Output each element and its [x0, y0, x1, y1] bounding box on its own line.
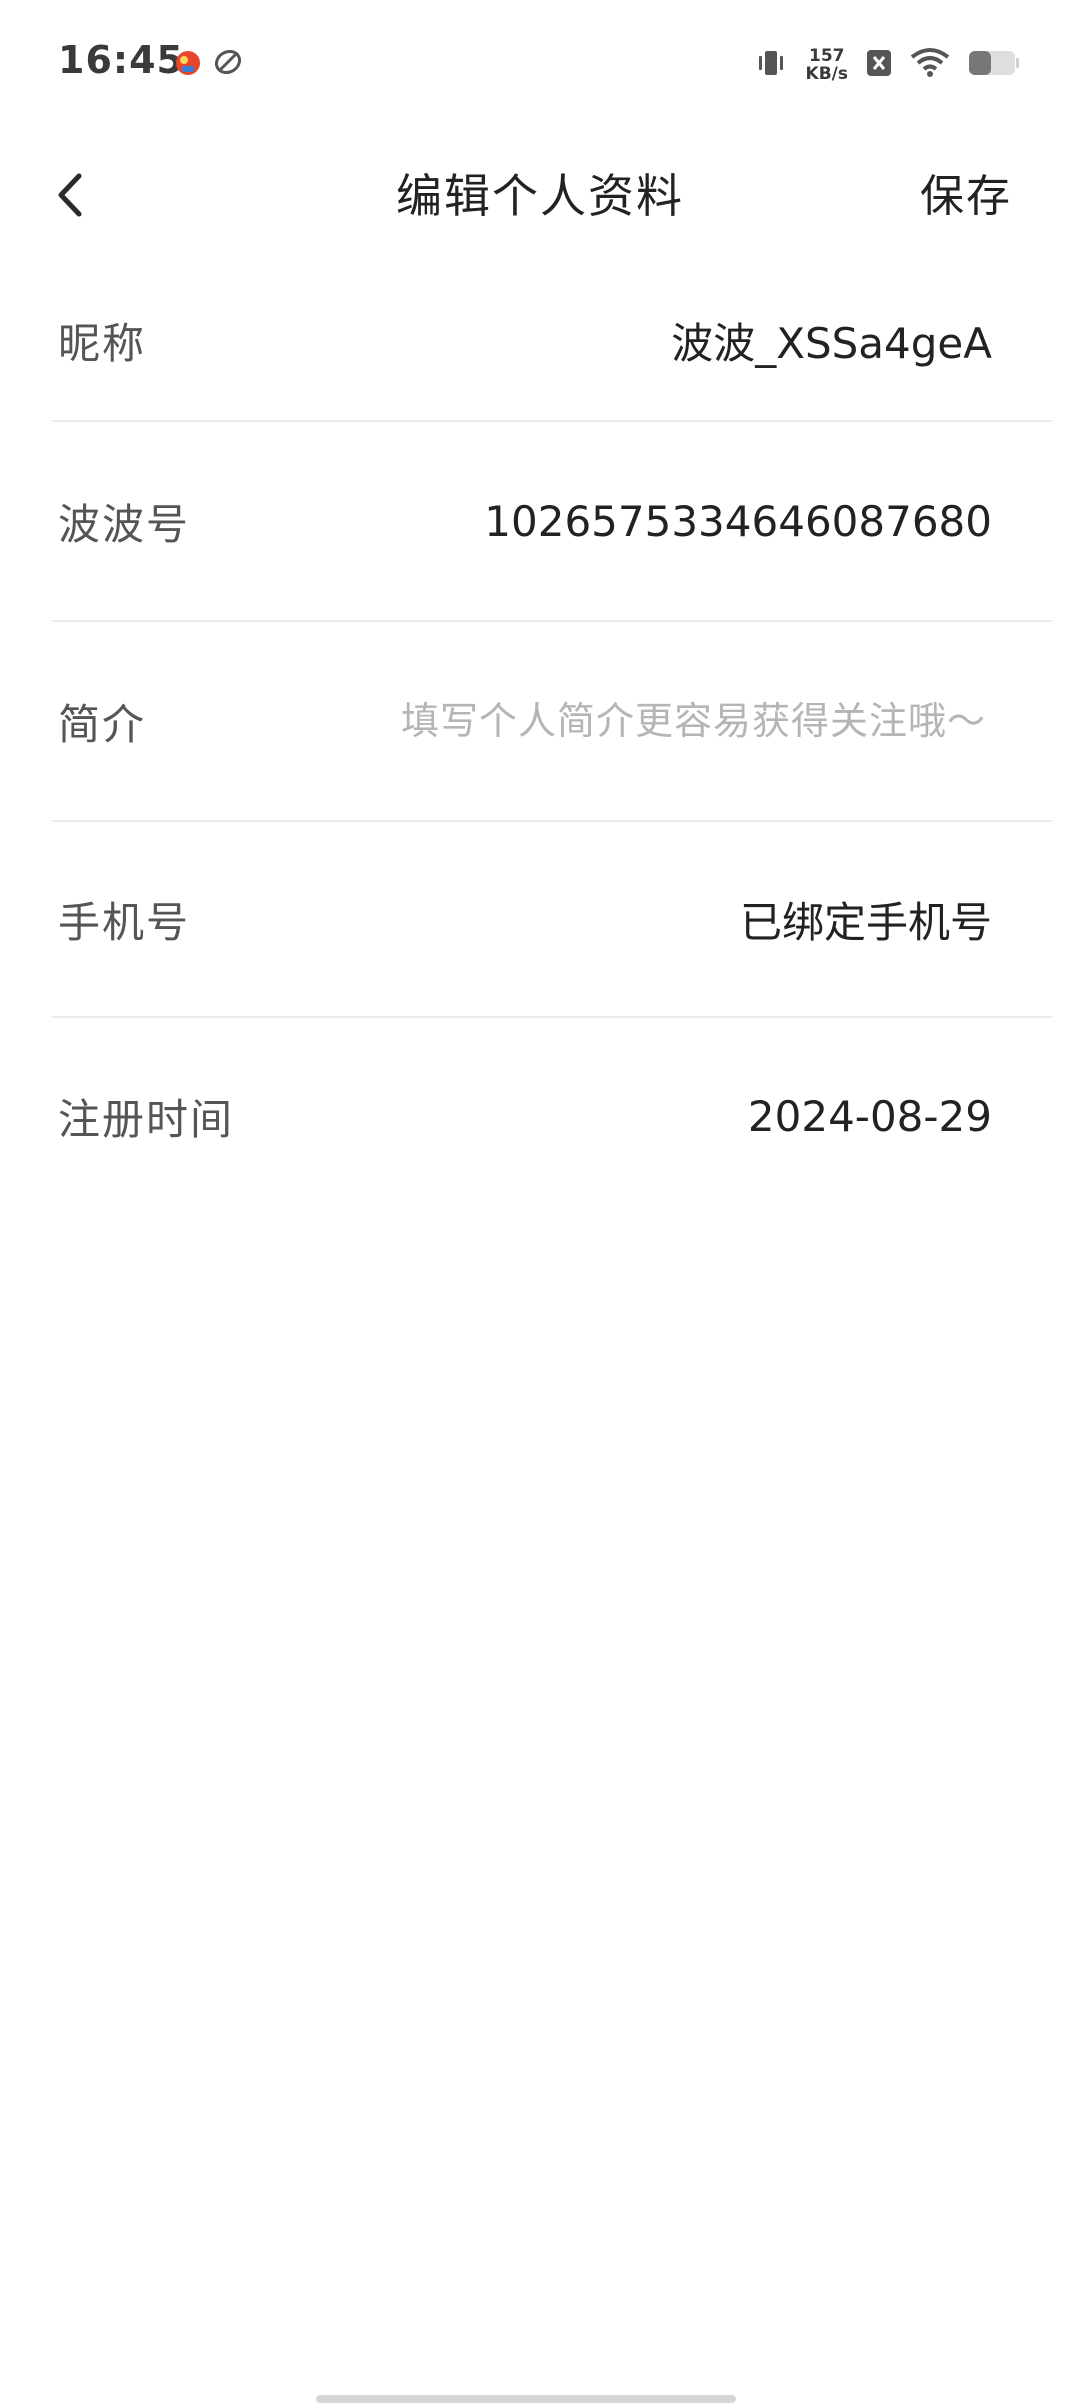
sim-disabled-icon	[866, 48, 892, 82]
nickname-value[interactable]: 波波_XSSa4geA	[671, 310, 1052, 371]
bio-label: 简介	[58, 699, 147, 749]
phone-value[interactable]: 已绑定手机号	[740, 889, 1052, 950]
network-speed-unit: KB/s	[805, 64, 848, 84]
notification-app-icon	[172, 46, 204, 78]
network-speed: 157 KB/s	[806, 47, 848, 83]
sync-app-icon	[212, 46, 244, 78]
register-time-label: 注册时间	[58, 1094, 235, 1144]
home-indicator[interactable]	[316, 2395, 736, 2403]
vibrate-icon	[754, 46, 788, 84]
bobo-id-row: 波波号 1026575334646087680	[52, 422, 1052, 622]
register-time-row: 注册时间 2024-08-29	[52, 1018, 1052, 1214]
bio-row[interactable]: 简介	[52, 622, 1052, 822]
bio-input[interactable]	[346, 699, 986, 743]
register-time-value: 2024-08-29	[747, 1091, 992, 1141]
nickname-label: 昵称	[58, 318, 147, 368]
nickname-row[interactable]: 昵称 波波_XSSa4geA	[52, 260, 1052, 422]
save-button[interactable]: 保存	[920, 160, 1012, 224]
wifi-icon	[910, 47, 950, 83]
status-bar: 16:45 157 KB/s	[0, 0, 1080, 130]
profile-form: 昵称 波波_XSSa4geA 波波号 1026575334646087680 简…	[0, 260, 1080, 1214]
page-title: 编辑个人资料	[396, 169, 684, 223]
nav-bar: 编辑个人资料 保存	[0, 130, 1080, 260]
bobo-id-value: 1026575334646087680	[484, 496, 992, 546]
phone-row[interactable]: 手机号 已绑定手机号	[52, 822, 1052, 1018]
battery-icon	[968, 48, 1020, 82]
phone-label: 手机号	[58, 897, 191, 947]
network-speed-value: 157	[809, 46, 845, 66]
status-indicators: 157 KB/s	[754, 40, 1020, 90]
bobo-id-label: 波波号	[58, 499, 191, 549]
status-time: 16:45	[58, 38, 184, 82]
